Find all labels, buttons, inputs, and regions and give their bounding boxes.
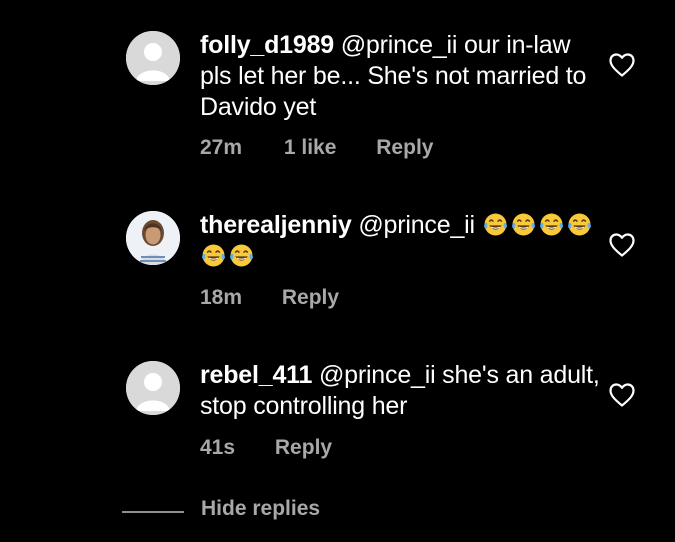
avatar[interactable] xyxy=(126,361,180,415)
comment-body: rebel_411 @prince_ii she's an adult, sto… xyxy=(200,360,600,422)
tears-of-joy-emoji-icon xyxy=(567,213,591,236)
divider-line xyxy=(122,511,184,513)
comment-3: rebel_411 @prince_ii she's an adult, sto… xyxy=(0,340,675,490)
comment-username[interactable]: rebel_411 xyxy=(200,361,312,389)
tears-of-joy-emoji-icon xyxy=(202,244,225,267)
avatar[interactable] xyxy=(126,211,180,265)
comment-meta: 27m 1 like Reply xyxy=(200,136,433,160)
comment-time: 18m xyxy=(200,286,243,309)
comment-meta: 41s Reply xyxy=(200,436,332,460)
tears-of-joy-emoji-icon xyxy=(511,213,535,236)
comment-2: therealjenniy @prince_ii 18m Reply xyxy=(0,170,675,340)
like-heart-icon[interactable] xyxy=(608,232,636,258)
comment-1: folly_d1989 @prince_ii our in-law pls le… xyxy=(0,0,675,170)
like-heart-icon[interactable] xyxy=(608,52,636,78)
profile-photo-icon xyxy=(126,211,180,265)
reply-button[interactable]: Reply xyxy=(275,436,332,460)
comment-body: therealjenniy @prince_ii xyxy=(200,210,600,272)
like-heart-icon[interactable] xyxy=(608,382,636,408)
reply-button[interactable]: Reply xyxy=(376,136,433,160)
tears-of-joy-emoji-icon xyxy=(539,213,563,236)
default-avatar-icon xyxy=(126,361,180,415)
hide-replies-button[interactable]: Hide replies xyxy=(201,497,320,521)
comment-meta: 18m Reply xyxy=(200,286,339,310)
comment-likes[interactable]: 1 like xyxy=(284,136,337,160)
comment-time: 41s xyxy=(200,436,236,459)
default-avatar-icon xyxy=(126,31,180,85)
comment-body: folly_d1989 @prince_ii our in-law pls le… xyxy=(200,30,600,123)
tears-of-joy-emoji-icon xyxy=(483,213,507,236)
comment-time: 27m xyxy=(200,136,243,159)
comment-username[interactable]: folly_d1989 xyxy=(200,31,334,59)
reply-button[interactable]: Reply xyxy=(282,286,339,310)
avatar[interactable] xyxy=(126,31,180,85)
comment-text: @prince_ii xyxy=(351,211,482,239)
comment-username[interactable]: therealjenniy xyxy=(200,211,352,239)
tears-of-joy-emoji-icon xyxy=(230,244,253,267)
